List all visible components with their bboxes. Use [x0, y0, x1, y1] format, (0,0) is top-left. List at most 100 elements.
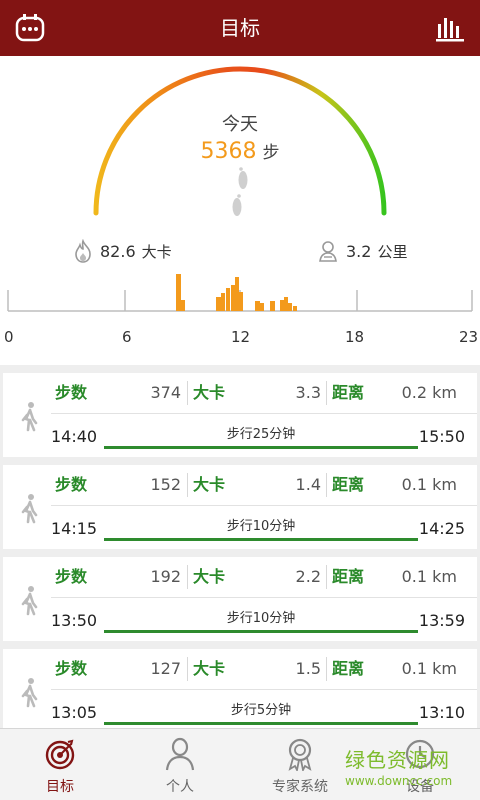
record-distance: 0.2 km: [401, 383, 457, 402]
tab-expert-system[interactable]: 专家系统: [240, 729, 360, 800]
tab-device[interactable]: 设备: [360, 729, 480, 800]
record-steps: 374: [150, 383, 181, 402]
distance-label: 距离: [332, 567, 365, 586]
tab-label: 个人: [166, 779, 194, 795]
stats-button[interactable]: [432, 10, 468, 46]
steps-unit: 步: [262, 143, 280, 163]
start-time: 13:05: [51, 703, 98, 722]
divider: [326, 565, 327, 589]
calories-stat: 82.6 大卡: [72, 236, 172, 266]
record-calories: 1.5: [295, 659, 321, 678]
distance-value: 3.2: [346, 241, 372, 261]
divider: [326, 657, 327, 681]
divider: [326, 473, 327, 497]
bottom-tab-bar: 目标 个人 专家系统 设备: [0, 728, 480, 800]
walking-icon: [21, 402, 38, 432]
divider: [326, 381, 327, 405]
record-distance: 0.1 km: [401, 567, 457, 586]
divider: [187, 565, 188, 589]
walking-icon: [21, 678, 38, 708]
activity-record[interactable]: 步数 192 大卡 2.2 距离 0.1 km 13:50 步行10分钟 13:…: [3, 557, 477, 641]
histogram-bar: [270, 301, 275, 311]
record-stats: 步数 127 大卡 1.5 距离 0.1 km: [51, 649, 477, 689]
divider: [187, 657, 188, 681]
divider: [187, 473, 188, 497]
duration-bar: [104, 722, 418, 725]
duration-label: 步行25分钟: [226, 427, 296, 442]
tab-label: 目标: [46, 779, 74, 795]
histogram-bar: [293, 306, 297, 311]
record-steps: 152: [150, 475, 181, 494]
end-time: 13:10: [418, 703, 465, 722]
calories-label: 大卡: [193, 567, 226, 586]
distance-icon: [319, 241, 337, 262]
duration-label: 步行10分钟: [226, 519, 296, 534]
walking-icon: [21, 494, 38, 524]
record-stats: 步数 374 大卡 3.3 距离 0.2 km: [51, 373, 477, 413]
page-title: 目标: [220, 16, 260, 40]
histogram-bar: [221, 293, 225, 311]
tab-goal[interactable]: 目标: [0, 729, 120, 800]
steps-value: 5368: [200, 139, 257, 164]
histogram-bar: [255, 301, 260, 311]
end-time: 13:59: [418, 611, 465, 630]
distance-label: 距离: [332, 475, 365, 494]
activity-record[interactable]: 步数 127 大卡 1.5 距离 0.1 km 13:05 步行5分钟 13:1…: [3, 649, 477, 728]
duration-bar: [104, 446, 418, 449]
award-icon: [288, 738, 312, 771]
axis-label: 18: [345, 328, 365, 346]
histogram-bar: [216, 297, 221, 311]
record-steps: 127: [150, 659, 181, 678]
steps-label: 步数: [55, 659, 88, 678]
record-distance: 0.1 km: [401, 475, 457, 494]
tab-label: 设备: [406, 779, 434, 795]
histogram-bar: [181, 300, 185, 311]
divider: [51, 413, 477, 414]
divider: [187, 381, 188, 405]
steps-label: 步数: [55, 567, 88, 586]
end-time: 15:50: [418, 427, 465, 446]
flame-icon: [75, 239, 91, 263]
activity-list[interactable]: 步数 374 大卡 3.3 距离 0.2 km 14:40 步行25分钟 15:…: [0, 365, 480, 728]
duration-bar: [104, 630, 418, 633]
divider: [51, 505, 477, 506]
start-time: 13:50: [51, 611, 98, 630]
calories-label: 大卡: [193, 659, 226, 678]
record-stats: 步数 152 大卡 1.4 距离 0.1 km: [51, 465, 477, 505]
activity-record[interactable]: 步数 152 大卡 1.4 距离 0.1 km 14:15 步行10分钟 14:…: [3, 465, 477, 549]
axis-label: 0: [4, 328, 14, 346]
target-icon: [45, 739, 75, 770]
walking-icon: [21, 586, 38, 616]
calories-label: 大卡: [193, 383, 226, 402]
record-steps: 192: [150, 567, 181, 586]
start-time: 14:15: [51, 519, 98, 538]
calories-label: 大卡: [193, 475, 226, 494]
goal-screen: 目标 今天 5368 步 82.6 大卡 3.2 公里 0 6 12 18 23…: [0, 0, 480, 800]
histogram-bar: [239, 292, 243, 311]
record-calories: 2.2: [295, 567, 321, 586]
tab-label: 专家系统: [272, 779, 328, 795]
duration-bar: [104, 538, 418, 541]
histogram-bar: [176, 274, 181, 311]
today-label: 今天: [222, 114, 258, 135]
histogram-bar: [231, 285, 235, 311]
app-header: 目标: [0, 0, 480, 56]
bar-chart-icon: [436, 18, 464, 42]
distance-stat: 3.2 公里: [316, 236, 407, 266]
today-steps: 5368 步: [0, 138, 480, 164]
steps-label: 步数: [55, 475, 88, 494]
record-distance: 0.1 km: [401, 659, 457, 678]
duration-label: 步行10分钟: [226, 611, 296, 626]
end-time: 14:25: [418, 519, 465, 538]
histogram-bar: [284, 297, 288, 311]
histogram-bars: [176, 274, 297, 311]
duration-label: 步行5分钟: [230, 703, 292, 718]
start-time: 14:40: [51, 427, 98, 446]
divider: [51, 597, 477, 598]
distance-label: 距离: [332, 383, 365, 402]
steps-label: 步数: [55, 383, 88, 402]
activity-record[interactable]: 步数 374 大卡 3.3 距离 0.2 km 14:40 步行25分钟 15:…: [3, 373, 477, 457]
tab-personal[interactable]: 个人: [120, 729, 240, 800]
histogram-bar: [226, 288, 230, 311]
record-stats: 步数 192 大卡 2.2 距离 0.1 km: [51, 557, 477, 597]
